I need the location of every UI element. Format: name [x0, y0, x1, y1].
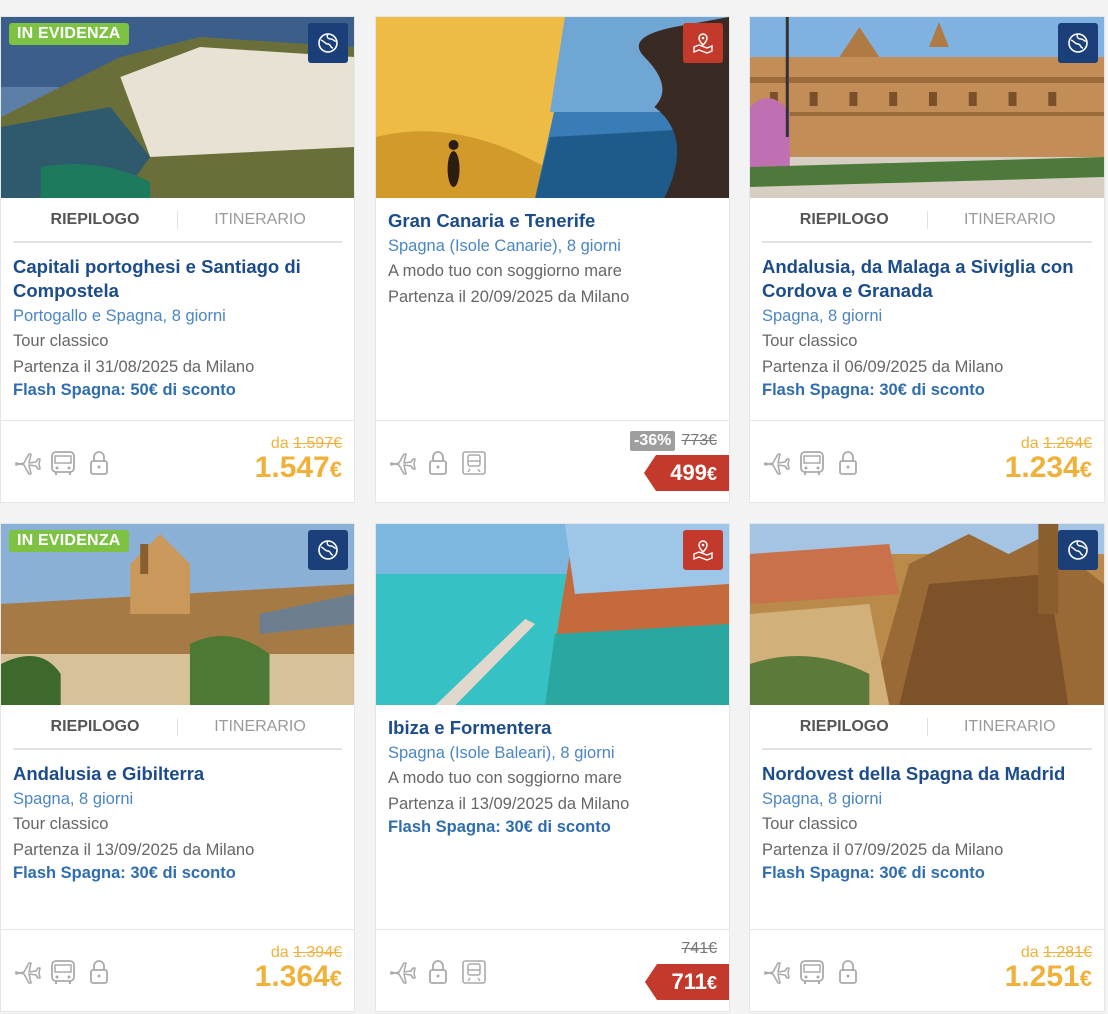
offer-departure: Partenza il 31/08/2025 da Milano [13, 358, 255, 376]
offer-promo: Flash Spagna: 30€ di sconto [13, 864, 236, 882]
offer-promo: Flash Spagna: 30€ di sconto [762, 381, 985, 399]
offer-type: A modo tuo con soggiorno mare [388, 769, 622, 787]
globe-icon[interactable] [1058, 23, 1098, 63]
offer-image[interactable] [750, 524, 1104, 705]
old-price: 1.394€ [293, 944, 342, 961]
price[interactable]: 499€ [644, 455, 729, 491]
tab-riepilogo[interactable]: RIEPILOGO [13, 717, 178, 736]
globe-icon[interactable] [308, 23, 348, 63]
offer-footer: -36% 773€ 499€ [376, 420, 729, 502]
plane-icon [13, 958, 41, 986]
featured-badge: IN EVIDENZA [9, 23, 129, 45]
tab-itinerario[interactable]: ITINERARIO [178, 211, 342, 229]
price[interactable]: 711€ [645, 964, 729, 1000]
tab-itinerario[interactable]: ITINERARIO [928, 718, 1093, 736]
offer-image[interactable]: IN EVIDENZA [1, 17, 354, 198]
offer-image[interactable] [376, 524, 729, 705]
offer-title[interactable]: Andalusia, da Malaga a Siviglia con Cord… [762, 255, 1092, 303]
offer-departure: Partenza il 20/09/2025 da Milano [388, 288, 630, 306]
card-tabs: RIEPILOGO ITINERARIO [13, 198, 342, 243]
offer-departure: Partenza il 06/09/2025 da Milano [762, 358, 1004, 376]
offer-destination: Spagna, 8 giorni [762, 307, 883, 325]
card-tabs: RIEPILOGO ITINERARIO [762, 705, 1092, 750]
offer-title[interactable]: Ibiza e Formentera [388, 716, 717, 740]
offer-promo: Flash Spagna: 50€ di sconto [13, 381, 236, 399]
plane-icon [762, 958, 790, 986]
offer-card[interactable]: IN EVIDENZA RIEPILOGO ITINERARIO Andalus… [0, 523, 355, 1012]
offer-card[interactable]: Ibiza e Formentera Spagna (Isole Baleari… [375, 523, 730, 1012]
bus-icon [798, 449, 826, 477]
offer-type: Tour classico [13, 815, 109, 833]
lock-icon [424, 449, 452, 477]
price[interactable]: 1.547€ [255, 451, 342, 485]
offer-type: A modo tuo con soggiorno mare [388, 262, 622, 280]
map-pin-icon[interactable] [683, 530, 723, 570]
lock-icon [85, 958, 113, 986]
lock-icon [85, 449, 113, 477]
offer-card[interactable]: IN EVIDENZA RIEPILOGO ITINERARIO Capital… [0, 16, 355, 503]
offer-title[interactable]: Gran Canaria e Tenerife [388, 209, 717, 233]
offer-image[interactable]: IN EVIDENZA [1, 524, 354, 705]
offer-destination: Spagna, 8 giorni [762, 790, 883, 808]
offer-type: Tour classico [762, 332, 858, 350]
offer-title[interactable]: Capitali portoghesi e Santiago di Compos… [13, 255, 342, 303]
bus-icon [798, 958, 826, 986]
old-price: 773€ [681, 432, 717, 449]
price[interactable]: 1.234€ [1005, 451, 1092, 485]
bus-icon [49, 958, 77, 986]
plane-icon [388, 958, 416, 986]
discount-badge: -36% [630, 431, 676, 451]
globe-icon[interactable] [308, 530, 348, 570]
featured-badge: IN EVIDENZA [9, 530, 129, 552]
offer-departure: Partenza il 13/09/2025 da Milano [388, 795, 630, 813]
train-icon [460, 958, 488, 986]
price[interactable]: 1.364€ [255, 960, 342, 994]
tab-riepilogo[interactable]: RIEPILOGO [762, 210, 928, 229]
offer-image[interactable] [376, 17, 729, 198]
offer-footer: da 1.264€ 1.234€ [750, 420, 1104, 502]
offer-destination: Spagna, 8 giorni [13, 790, 134, 808]
tab-riepilogo[interactable]: RIEPILOGO [13, 210, 178, 229]
offer-card[interactable]: Gran Canaria e Tenerife Spagna (Isole Ca… [375, 16, 730, 503]
offer-footer: da 1.394€ 1.364€ [1, 929, 354, 1011]
offer-type: Tour classico [13, 332, 109, 350]
offers-grid: IN EVIDENZA RIEPILOGO ITINERARIO Capital… [0, 0, 1108, 1014]
lock-icon [834, 449, 862, 477]
tab-itinerario[interactable]: ITINERARIO [928, 211, 1093, 229]
offer-type: Tour classico [762, 815, 858, 833]
offer-title[interactable]: Nordovest della Spagna da Madrid [762, 762, 1092, 786]
card-tabs: RIEPILOGO ITINERARIO [13, 705, 342, 750]
offer-destination: Spagna (Isole Canarie), 8 giorni [388, 237, 621, 255]
offer-card[interactable]: RIEPILOGO ITINERARIO Nordovest della Spa… [749, 523, 1105, 1012]
offer-departure: Partenza il 07/09/2025 da Milano [762, 841, 1004, 859]
offer-card[interactable]: RIEPILOGO ITINERARIO Andalusia, da Malag… [749, 16, 1105, 503]
card-tabs: RIEPILOGO ITINERARIO [762, 198, 1092, 243]
offer-destination: Spagna (Isole Baleari), 8 giorni [388, 744, 615, 762]
plane-icon [388, 449, 416, 477]
plane-icon [762, 449, 790, 477]
offer-departure: Partenza il 13/09/2025 da Milano [13, 841, 255, 859]
offer-promo: Flash Spagna: 30€ di sconto [388, 818, 611, 836]
offer-promo: Flash Spagna: 30€ di sconto [762, 864, 985, 882]
offer-footer: da 1.597€ 1.547€ [1, 420, 354, 502]
offer-destination: Portogallo e Spagna, 8 giorni [13, 307, 226, 325]
price[interactable]: 1.251€ [1005, 960, 1092, 994]
old-price: 1.597€ [293, 435, 342, 452]
tab-itinerario[interactable]: ITINERARIO [178, 718, 342, 736]
offer-footer: 741€ 711€ [376, 929, 729, 1011]
bus-icon [49, 449, 77, 477]
map-pin-icon[interactable] [683, 23, 723, 63]
lock-icon [834, 958, 862, 986]
train-icon [460, 449, 488, 477]
plane-icon [13, 449, 41, 477]
offer-footer: da 1.281€ 1.251€ [750, 929, 1104, 1011]
offer-image[interactable] [750, 17, 1104, 198]
old-price: 741€ [681, 940, 717, 957]
lock-icon [424, 958, 452, 986]
globe-icon[interactable] [1058, 530, 1098, 570]
old-price: 1.281€ [1043, 944, 1092, 961]
offer-title[interactable]: Andalusia e Gibilterra [13, 762, 342, 786]
tab-riepilogo[interactable]: RIEPILOGO [762, 717, 928, 736]
old-price: 1.264€ [1043, 435, 1092, 452]
